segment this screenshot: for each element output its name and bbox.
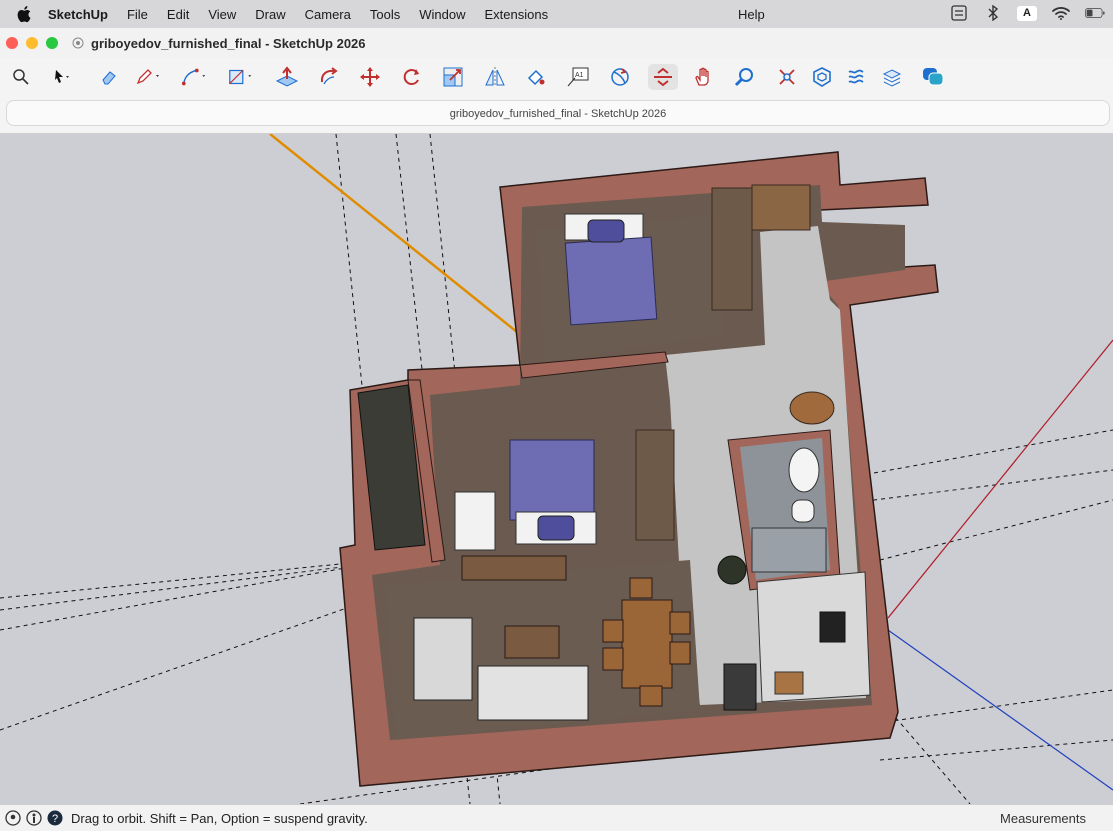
help-icon[interactable]: ?: [47, 810, 63, 826]
components-icon[interactable]: [809, 64, 835, 90]
search-icon[interactable]: [8, 64, 34, 90]
status-bar: ? Drag to orbit. Shift = Pan, Option = s…: [0, 804, 1113, 831]
zoom-icon[interactable]: [732, 64, 758, 90]
window-title: griboyedov_furnished_final - SketchUp 20…: [91, 35, 366, 51]
red-axis: [887, 339, 1113, 619]
bathtub: [751, 527, 827, 573]
dining-chair-1: [602, 619, 624, 643]
eraser-icon[interactable]: [96, 64, 122, 90]
section-icon[interactable]: [648, 64, 678, 90]
sofa-1: [413, 617, 473, 701]
styles-icon[interactable]: [843, 64, 869, 90]
document-bar: griboyedov_furnished_final - SketchUp 20…: [0, 96, 1113, 134]
arc-icon[interactable]: [181, 64, 207, 90]
menu-app-name[interactable]: SketchUp: [48, 7, 108, 22]
kitchen-counter: [756, 571, 871, 703]
battery-icon[interactable]: [1085, 4, 1105, 22]
menu-view[interactable]: View: [208, 7, 236, 22]
nightstand: [454, 491, 496, 551]
menu-help[interactable]: Help: [738, 7, 765, 22]
svg-text:A1: A1: [575, 72, 584, 79]
flip-icon[interactable]: [482, 64, 508, 90]
floor-plan-model: [0, 134, 1113, 804]
move-icon[interactable]: [357, 64, 383, 90]
dining-chair-6: [639, 685, 663, 707]
rectangle-icon[interactable]: [227, 64, 253, 90]
main-toolbar: A1: [0, 58, 1113, 96]
sofa-2: [477, 665, 589, 721]
model-viewport[interactable]: [0, 134, 1113, 804]
menu-extensions[interactable]: Extensions: [484, 7, 548, 22]
window-titlebar: griboyedov_furnished_final - SketchUp 20…: [0, 28, 1113, 58]
dining-chair-2: [602, 647, 624, 671]
tv-console: [461, 555, 567, 581]
document-title: griboyedov_furnished_final - SketchUp 20…: [6, 100, 1110, 126]
trash-bin: [723, 663, 757, 711]
coffee-table: [504, 625, 560, 659]
round-table: [789, 391, 835, 425]
svg-text:?: ?: [52, 813, 58, 825]
toilet: [791, 499, 815, 523]
rotate-icon[interactable]: [399, 64, 425, 90]
push-pull-icon[interactable]: [274, 64, 300, 90]
bed-2: [509, 439, 595, 521]
menu-window[interactable]: Window: [419, 7, 465, 22]
menu-draw[interactable]: Draw: [255, 7, 285, 22]
minimize-button[interactable]: [26, 37, 38, 49]
document-icon: [72, 37, 84, 49]
keyboard-viewer-icon[interactable]: [949, 4, 969, 22]
stove: [819, 611, 846, 643]
paint-icon[interactable]: [523, 64, 549, 90]
credits-icon[interactable]: [26, 810, 42, 826]
cabinet: [751, 184, 811, 231]
sink: [788, 447, 820, 493]
dining-table: [621, 599, 673, 689]
chat-icon[interactable]: [920, 64, 946, 90]
traffic-lights: [6, 37, 58, 49]
hand-icon[interactable]: [691, 64, 717, 90]
close-button[interactable]: [6, 37, 18, 49]
scale-icon[interactable]: [440, 64, 466, 90]
bed-1: [564, 236, 658, 326]
orbit-icon[interactable]: [607, 64, 633, 90]
kitchen-box: [774, 671, 804, 695]
text-icon[interactable]: A1: [565, 64, 591, 90]
plant: [717, 555, 747, 585]
dining-chair-3: [669, 611, 691, 635]
menu-file[interactable]: File: [127, 7, 148, 22]
blue-axis: [887, 629, 1113, 791]
menu-bar: SketchUp File Edit View Draw Camera Tool…: [0, 0, 1113, 28]
zoom-extents-icon[interactable]: [774, 64, 800, 90]
input-source-icon[interactable]: A: [1017, 4, 1037, 22]
status-message: Drag to orbit. Shift = Pan, Option = sus…: [71, 810, 368, 826]
dining-chair-5: [629, 577, 653, 599]
menu-edit[interactable]: Edit: [167, 7, 189, 22]
menu-camera[interactable]: Camera: [305, 7, 351, 22]
pillow-2: [537, 515, 575, 541]
measurements-label[interactable]: Measurements: [1000, 811, 1086, 826]
bluetooth-icon[interactable]: [983, 4, 1003, 22]
apple-icon[interactable]: [16, 5, 34, 23]
status-tray: A: [949, 4, 1105, 22]
wifi-icon[interactable]: [1051, 4, 1071, 22]
pencil-icon[interactable]: [135, 64, 161, 90]
follow-me-icon[interactable]: [316, 64, 342, 90]
layers-icon[interactable]: [879, 64, 905, 90]
select-icon[interactable]: [48, 64, 74, 90]
wardrobe-2: [635, 429, 675, 541]
menu-tools[interactable]: Tools: [370, 7, 400, 22]
pillow: [587, 219, 625, 243]
geolocation-icon[interactable]: [5, 810, 21, 826]
wardrobe: [711, 187, 753, 311]
zoom-button[interactable]: [46, 37, 58, 49]
dining-chair-4: [669, 641, 691, 665]
